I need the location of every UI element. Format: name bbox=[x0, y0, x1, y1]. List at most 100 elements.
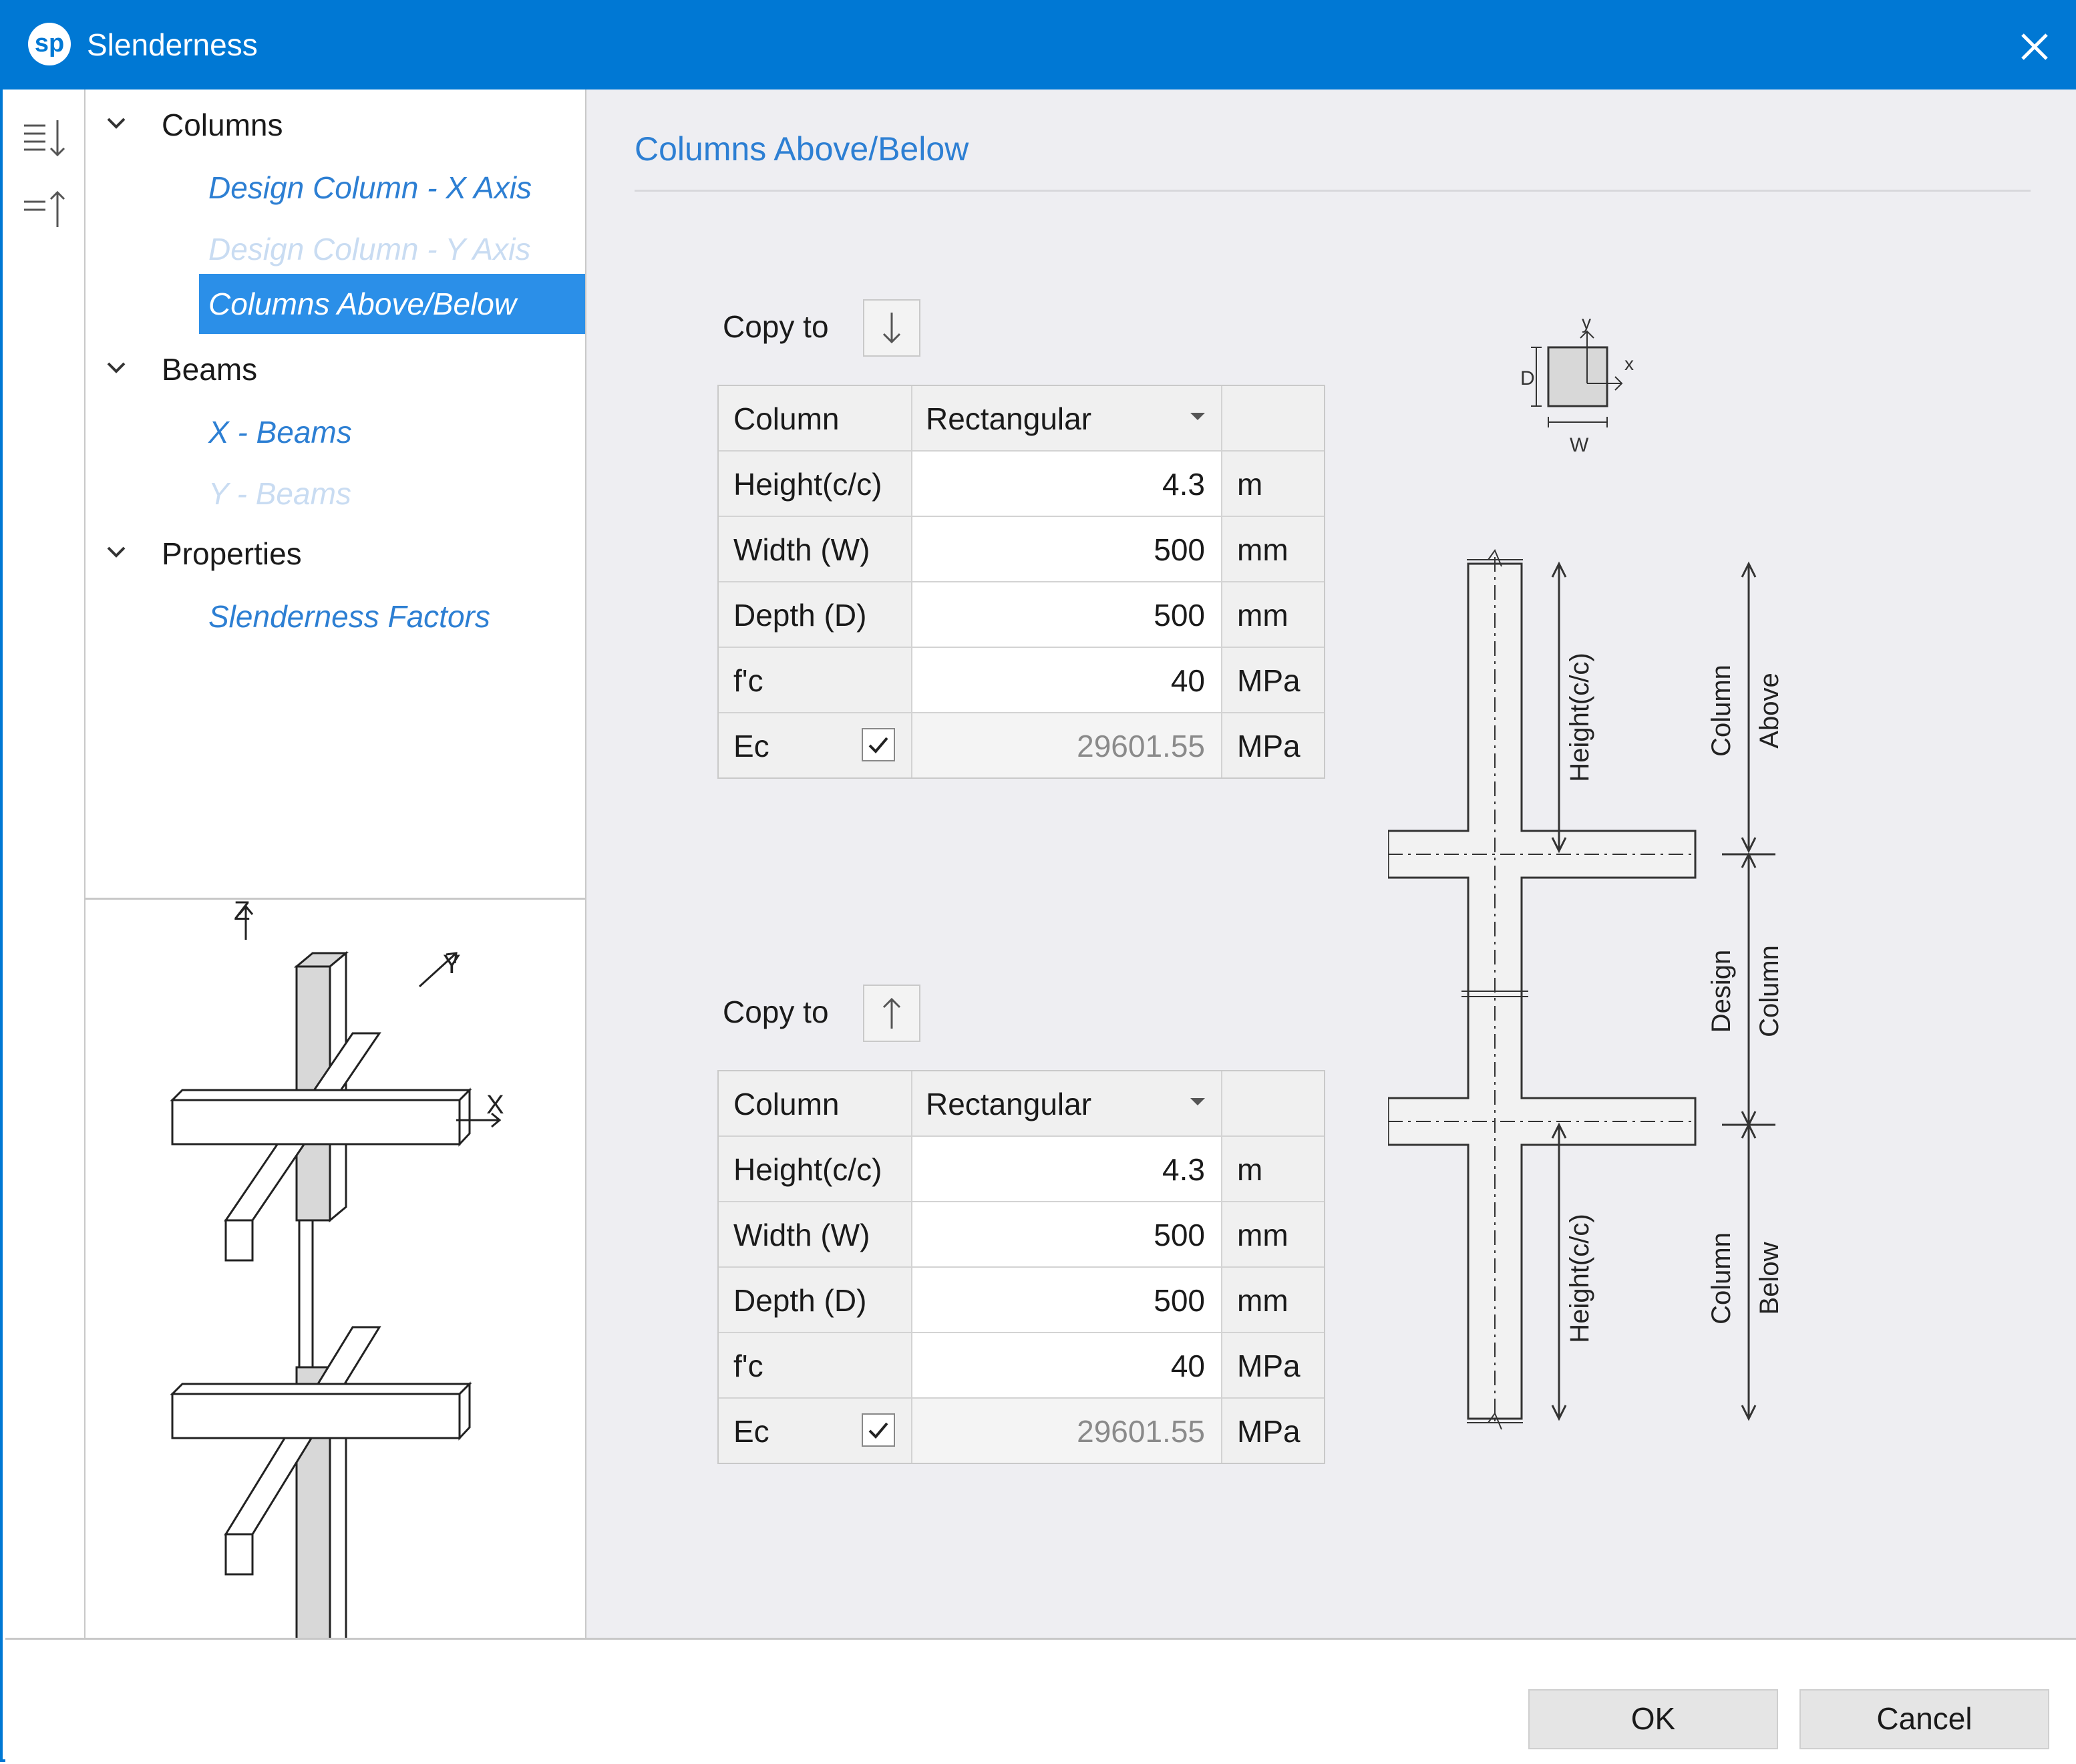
tree-item-label: Design Column - Y Axis bbox=[208, 232, 531, 267]
column-diagram: D W x y Height(c/c) Height(c/c) Column A… bbox=[1388, 312, 1784, 1430]
table-row: Depth (D) 500 mm bbox=[719, 1268, 1324, 1333]
column-below-line1: Column bbox=[1707, 1232, 1736, 1325]
ok-button[interactable]: OK bbox=[1528, 1689, 1778, 1749]
frame-isometric-illustration: Z Y X bbox=[170, 896, 504, 1677]
arrow-up-icon bbox=[882, 997, 901, 1029]
depth-input[interactable]: 500 bbox=[912, 582, 1222, 647]
ec-input: 29601.55 bbox=[912, 713, 1222, 777]
ec-auto-checkbox[interactable] bbox=[862, 1413, 895, 1447]
fc-unit: MPa bbox=[1237, 1349, 1301, 1383]
table-header-row: Column Rectangular bbox=[719, 386, 1324, 452]
column-above-line1: Column bbox=[1707, 665, 1736, 757]
table-row: Depth (D) 500 mm bbox=[719, 582, 1324, 648]
height-input[interactable]: 4.3 bbox=[912, 452, 1222, 516]
sort-up-icon[interactable] bbox=[19, 183, 72, 236]
sort-down-icon[interactable] bbox=[19, 111, 72, 164]
tree-item-slenderness-factors[interactable]: Slenderness Factors bbox=[199, 586, 585, 647]
fc-unit: MPa bbox=[1237, 663, 1301, 698]
ec-unit: MPa bbox=[1237, 1414, 1301, 1449]
column-above-table: Column Rectangular Height(c/c) 4.3 m Wid… bbox=[717, 385, 1325, 779]
table-row: f'c 40 MPa bbox=[719, 648, 1324, 713]
table-row: Height(c/c) 4.3 m bbox=[719, 452, 1324, 517]
title-divider bbox=[635, 190, 2031, 192]
height-label: Height(c/c) bbox=[733, 1152, 882, 1187]
tree-group-label: Columns bbox=[162, 108, 283, 142]
fc-input[interactable]: 40 bbox=[912, 1333, 1222, 1397]
shape-dropdown[interactable]: Rectangular bbox=[912, 386, 1222, 450]
tree-item-columns-above-below[interactable]: Columns Above/Below bbox=[199, 274, 585, 334]
copy-to-label-above: Copy to bbox=[723, 309, 829, 344]
copy-up-button[interactable] bbox=[863, 985, 920, 1042]
close-icon[interactable] bbox=[2007, 19, 2063, 75]
tree-item-y-beams: Y - Beams bbox=[199, 464, 585, 524]
tree-item-design-column-y: Design Column - Y Axis bbox=[199, 219, 585, 279]
copy-down-button[interactable] bbox=[863, 299, 920, 357]
ec-auto-checkbox[interactable] bbox=[862, 728, 895, 761]
column-below-table: Column Rectangular Height(c/c) 4.3 m Wid… bbox=[717, 1070, 1325, 1464]
depth-unit: mm bbox=[1237, 598, 1288, 633]
table-row: Ec 29601.55 MPa bbox=[719, 713, 1324, 777]
table-row: Width (W) 500 mm bbox=[719, 517, 1324, 582]
tree-item-label: Slenderness Factors bbox=[208, 599, 490, 634]
width-input[interactable]: 500 bbox=[912, 1202, 1222, 1266]
width-label: Width (W) bbox=[733, 532, 870, 567]
tree-item-label: Design Column - X Axis bbox=[208, 170, 532, 205]
navigation-tree: Columns Design Column - X Axis Design Co… bbox=[85, 90, 586, 900]
tree-group-columns[interactable]: Columns bbox=[85, 96, 585, 156]
cancel-button[interactable]: Cancel bbox=[1799, 1689, 2049, 1749]
ec-input: 29601.55 bbox=[912, 1399, 1222, 1463]
width-input[interactable]: 500 bbox=[912, 517, 1222, 581]
arrow-down-icon bbox=[882, 313, 901, 344]
copy-to-label-below: Copy to bbox=[723, 995, 829, 1029]
shape-dropdown-value: Rectangular bbox=[926, 401, 1092, 436]
height-unit: m bbox=[1237, 1152, 1263, 1187]
fc-input[interactable]: 40 bbox=[912, 648, 1222, 712]
app-logo: sp bbox=[28, 23, 71, 65]
tree-group-label: Properties bbox=[162, 536, 302, 571]
table-row: Ec 29601.55 MPa bbox=[719, 1399, 1324, 1463]
ec-label: Ec bbox=[733, 1414, 769, 1449]
height-input[interactable]: 4.3 bbox=[912, 1137, 1222, 1201]
section-w-label: W bbox=[1570, 434, 1589, 456]
title-bar: sp Slenderness bbox=[3, 3, 2076, 90]
tree-item-x-beams[interactable]: X - Beams bbox=[199, 402, 585, 462]
dropdown-arrow-icon bbox=[1190, 1098, 1205, 1105]
chevron-down-icon[interactable] bbox=[103, 110, 130, 136]
tree-item-label: Y - Beams bbox=[208, 476, 351, 511]
dropdown-arrow-icon bbox=[1190, 413, 1205, 420]
section-d-label: D bbox=[1520, 367, 1535, 389]
width-unit: mm bbox=[1237, 532, 1288, 567]
fc-label: f'c bbox=[733, 663, 763, 698]
section-x-label: x bbox=[1624, 353, 1634, 374]
tree-group-beams[interactable]: Beams bbox=[85, 341, 585, 401]
tree-toolstrip bbox=[5, 90, 85, 1638]
window-title: Slenderness bbox=[87, 27, 258, 62]
tree-group-label: Beams bbox=[162, 352, 258, 387]
chevron-down-icon[interactable] bbox=[103, 538, 130, 565]
tree-item-design-column-x[interactable]: Design Column - X Axis bbox=[199, 158, 585, 218]
depth-label: Depth (D) bbox=[733, 598, 867, 633]
axis-y-label: Y bbox=[443, 950, 461, 979]
design-column-line1: Design bbox=[1707, 950, 1736, 1033]
checkmark-icon bbox=[868, 1422, 888, 1439]
checkmark-icon bbox=[868, 737, 888, 753]
depth-input[interactable]: 500 bbox=[912, 1268, 1222, 1332]
column-above-line2: Above bbox=[1755, 673, 1784, 748]
ec-unit: MPa bbox=[1237, 729, 1301, 763]
table-row: Height(c/c) 4.3 m bbox=[719, 1137, 1324, 1202]
tree-group-properties[interactable]: Properties bbox=[85, 525, 585, 585]
shape-dropdown[interactable]: Rectangular bbox=[912, 1071, 1222, 1135]
table-row: f'c 40 MPa bbox=[719, 1333, 1324, 1399]
width-unit: mm bbox=[1237, 1218, 1288, 1252]
height-below-label: Height(c/c) bbox=[1565, 1214, 1594, 1343]
depth-unit: mm bbox=[1237, 1283, 1288, 1318]
chevron-down-icon[interactable] bbox=[103, 354, 130, 381]
height-unit: m bbox=[1237, 467, 1263, 502]
table-row: Width (W) 500 mm bbox=[719, 1202, 1324, 1268]
height-above-label: Height(c/c) bbox=[1565, 653, 1594, 781]
height-label: Height(c/c) bbox=[733, 467, 882, 502]
section-y-label: y bbox=[1582, 312, 1591, 333]
table-header-row: Column Rectangular bbox=[719, 1071, 1324, 1137]
slenderness-dialog: sp Slenderness Columns Design Column - X… bbox=[0, 0, 2076, 1764]
column-below-line2: Below bbox=[1755, 1242, 1784, 1314]
